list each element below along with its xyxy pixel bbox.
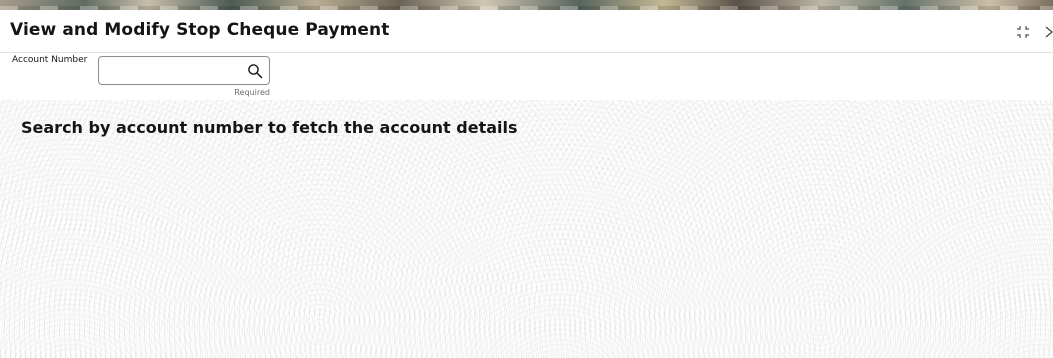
close-icon[interactable] — [1045, 26, 1053, 38]
window-controls — [1015, 22, 1053, 42]
search-icon[interactable] — [247, 63, 263, 79]
empty-state-message: Search by account number to fetch the ac… — [21, 118, 518, 137]
content-area: Search by account number to fetch the ac… — [0, 100, 1053, 358]
account-number-field-container — [98, 56, 270, 85]
account-number-label: Account Number — [12, 55, 88, 65]
search-form: Account Number Required — [0, 53, 1053, 99]
page-header: View and Modify Stop Cheque Payment — [0, 10, 1053, 53]
required-helper-text: Required — [234, 88, 270, 97]
account-number-input[interactable] — [105, 61, 244, 83]
restore-icon[interactable] — [1015, 24, 1031, 40]
header-banner-strip — [0, 0, 1053, 10]
page-title: View and Modify Stop Cheque Payment — [10, 20, 390, 40]
